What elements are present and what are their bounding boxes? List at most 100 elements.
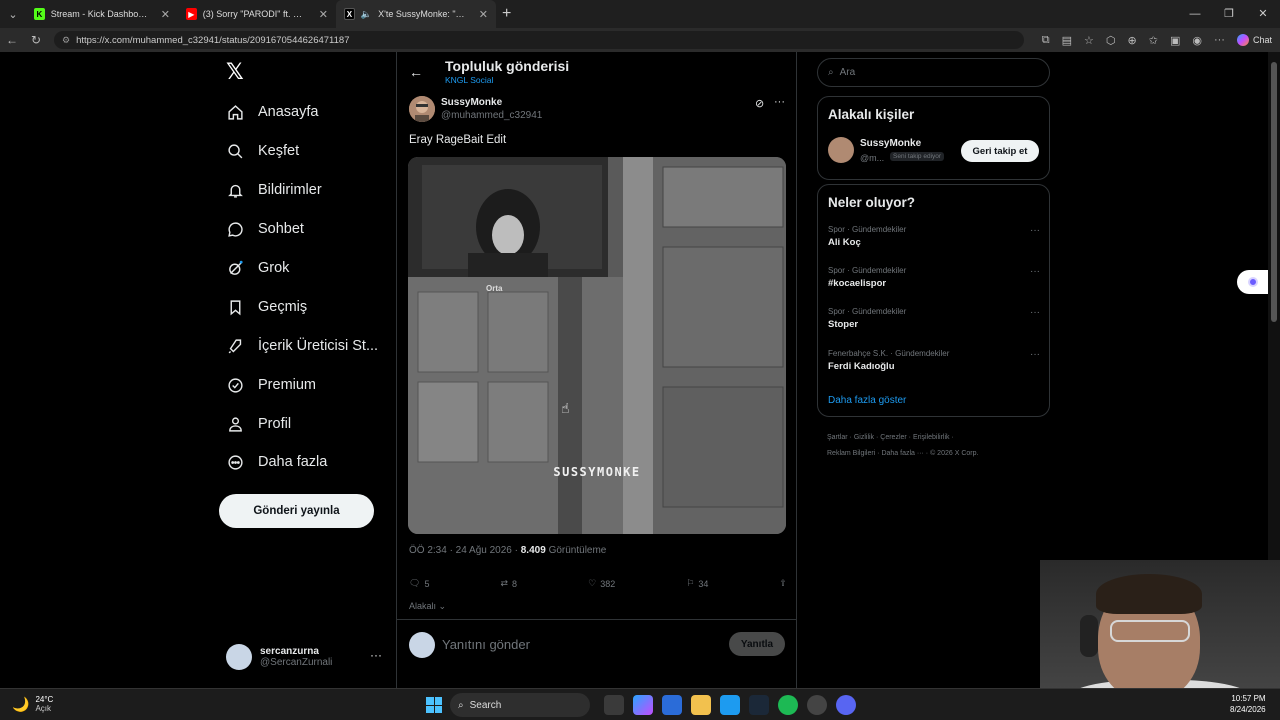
related-user-name[interactable]: SussyMonke: [860, 138, 921, 149]
post-button[interactable]: Gönderi yayınla: [219, 494, 374, 528]
copilot-chat-button[interactable]: Chat: [1236, 34, 1272, 46]
hand-cursor-icon: ☝: [561, 400, 570, 416]
edge-icon[interactable]: [720, 695, 740, 715]
footer-line[interactable]: Şartlar · Gizlilik · Çerezler · Erişileb…: [827, 430, 1047, 446]
new-tab-button[interactable]: +: [502, 5, 511, 23]
wallet-icon[interactable]: ▣: [1170, 34, 1180, 47]
file-explorer-icon[interactable]: [691, 695, 711, 715]
trend-item[interactable]: Spor · Gündemdekiler #kocaelispor ···: [828, 266, 1040, 289]
x-logo-icon[interactable]: 𝕏: [226, 61, 246, 83]
rocket-icon: [226, 337, 244, 355]
refresh-icon[interactable]: ↻: [24, 33, 48, 47]
repost-button[interactable]: ⇄ 8: [501, 578, 518, 589]
discord-icon[interactable]: [836, 695, 856, 715]
back-arrow-icon[interactable]: ←: [409, 64, 423, 80]
account-switcher[interactable]: sercanzurna @SercanZurnali ···: [226, 640, 386, 674]
toolbar-actions: ⧉ ▤ ☆ ⬡ ⊕ ✩ ▣ ◉ ··· Chat: [1042, 28, 1272, 52]
community-link[interactable]: KNGL Social: [445, 75, 493, 85]
back-icon[interactable]: ←: [0, 33, 24, 47]
audio-icon[interactable]: 🔈: [361, 9, 372, 20]
reply-sort-dropdown[interactable]: Alakalı ⌄: [409, 601, 446, 612]
reading-view-icon[interactable]: ▤: [1062, 34, 1072, 47]
trend-title: Stoper: [828, 319, 859, 330]
nav-item-premium[interactable]: Premium: [226, 373, 316, 397]
close-tab-icon[interactable]: ✕: [479, 8, 488, 21]
trend-item[interactable]: Fenerbahçe S.K. · Gündemdekiler Ferdi Ka…: [828, 349, 1040, 372]
nav-label: Premium: [258, 377, 317, 393]
nav-item-profile[interactable]: Profil: [226, 412, 291, 436]
bookmark-icon: ⚐: [686, 578, 695, 588]
extensions-icon[interactable]: ⬡: [1106, 34, 1116, 47]
related-user-avatar[interactable]: [828, 137, 854, 163]
trend-category: Spor · Gündemdekiler: [828, 225, 907, 234]
close-window-icon[interactable]: ✕: [1246, 0, 1280, 28]
trend-item[interactable]: Spor · Gündemdekiler Stoper ···: [828, 307, 1040, 330]
trend-item[interactable]: Spor · Gündemdekiler Ali Koç ···: [828, 225, 1040, 248]
like-button[interactable]: ♡ 382: [588, 578, 615, 589]
nav-item-chat[interactable]: Sohbet: [226, 217, 304, 241]
task-view-icon[interactable]: [604, 695, 624, 715]
nav-item-home[interactable]: Anasayfa: [226, 100, 318, 124]
more-options-icon[interactable]: ···: [774, 96, 785, 108]
restore-icon[interactable]: ❐: [1212, 0, 1246, 28]
author-avatar[interactable]: [409, 96, 435, 122]
system-clock[interactable]: 10:57 PM 8/24/2026: [1230, 693, 1266, 715]
bookmark-button[interactable]: ⚐ 34: [686, 578, 708, 589]
more-icon[interactable]: ···: [370, 648, 382, 662]
reply-button[interactable]: 🗨 5: [409, 578, 429, 589]
more-icon[interactable]: ···: [1030, 349, 1040, 360]
steam-icon[interactable]: [749, 695, 769, 715]
nav-item-more[interactable]: Daha fazla: [226, 450, 327, 474]
spotify-icon[interactable]: [778, 695, 798, 715]
footer-line[interactable]: Reklam Bilgileri · Daha fazla ··· · © 20…: [827, 446, 1047, 462]
nav-item-notifications[interactable]: Bildirimler: [226, 178, 322, 202]
nav-item-explore[interactable]: Keşfet: [226, 139, 299, 163]
store-icon[interactable]: [662, 695, 682, 715]
show-more-link[interactable]: Daha fazla göster: [828, 395, 906, 406]
follow-back-button[interactable]: Geri takip et: [961, 140, 1039, 162]
grok-explain-icon[interactable]: ⊘: [755, 97, 764, 110]
tab-actions-button[interactable]: ⌄: [0, 0, 26, 28]
close-tab-icon[interactable]: ✕: [161, 8, 170, 21]
post-video[interactable]: Orta SUSSYMONKE: [408, 157, 786, 534]
copilot-app-icon[interactable]: [633, 695, 653, 715]
address-bar[interactable]: ⚙ https://x.com/muhammed_c32941/status/2…: [54, 31, 1024, 49]
more-icon[interactable]: ···: [1030, 266, 1040, 277]
collections-icon[interactable]: ⊕: [1128, 34, 1137, 47]
obs-icon[interactable]: [807, 695, 827, 715]
author-handle[interactable]: @muhammed_c32941: [441, 110, 542, 121]
favorites-icon[interactable]: ✩: [1149, 34, 1158, 47]
bell-icon: [226, 181, 244, 199]
share-button[interactable]: ⇪: [779, 578, 787, 589]
favorite-star-icon[interactable]: ☆: [1084, 34, 1094, 47]
reply-input[interactable]: Yanıtını gönder: [442, 637, 530, 652]
nav-item-bookmarks[interactable]: Geçmiş: [226, 295, 307, 319]
browser-tab-youtube[interactable]: ▶ (3) Sorry "PARODI" ft. Enes Batur & ✕: [178, 0, 336, 28]
reply-submit-button[interactable]: Yanıtla: [729, 632, 785, 656]
main-column: ← Topluluk gönderisi KNGL Social SussyMo…: [396, 52, 797, 688]
nav-item-creator-studio[interactable]: İçerik Üreticisi St...: [226, 334, 378, 358]
windows-start-icon[interactable]: [426, 697, 442, 713]
author-name[interactable]: SussyMonke: [441, 97, 502, 108]
assistant-sidebar-icon[interactable]: [1237, 270, 1269, 294]
close-tab-icon[interactable]: ✕: [319, 8, 328, 21]
windows-taskbar: 🌙 24°C Açık ⌕ Search 10:57 PM 8/24/2026: [0, 688, 1280, 720]
site-info-icon[interactable]: ⚙: [62, 35, 70, 46]
weather-widget[interactable]: 🌙 24°C Açık: [12, 695, 53, 713]
more-icon[interactable]: ···: [1030, 307, 1040, 318]
profile-avatar-icon[interactable]: ◉: [1192, 34, 1202, 47]
like-count: 382: [600, 578, 616, 589]
more-icon[interactable]: ···: [1030, 225, 1040, 236]
post-time[interactable]: ÖÖ 2:34 · 24 Ağu 2026 ·: [409, 545, 518, 556]
taskbar-search[interactable]: ⌕ Search: [450, 693, 590, 717]
repost-count: 8: [512, 578, 518, 589]
browser-tab-x[interactable]: X 🔈 X'te SussyMonke: "Eray RageBait ✕: [336, 0, 496, 28]
weather-condition: Açık: [35, 704, 51, 713]
nav-item-grok[interactable]: Grok: [226, 256, 289, 280]
search-input[interactable]: ⌕ Ara: [817, 58, 1050, 87]
minimize-icon[interactable]: —: [1178, 0, 1212, 28]
split-screen-icon[interactable]: ⧉: [1042, 34, 1050, 47]
more-menu-icon[interactable]: ···: [1214, 34, 1225, 46]
browser-tab-kick[interactable]: K Stream - Kick Dashboard ✕: [26, 0, 178, 28]
bookmark-count: 34: [698, 578, 709, 589]
